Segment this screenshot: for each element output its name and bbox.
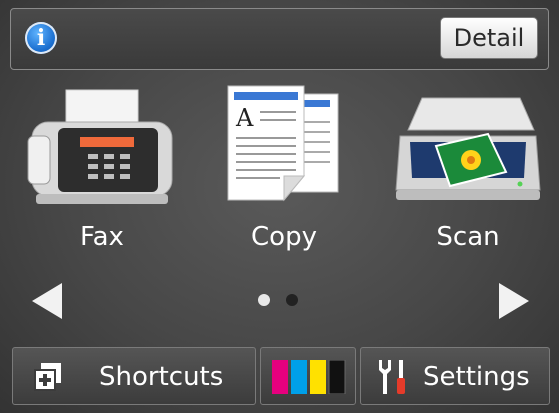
svg-text:A: A [235, 104, 254, 132]
page-dot-active [258, 294, 270, 306]
copy-tile[interactable]: A Copy [204, 82, 364, 272]
detail-button[interactable]: Detail [440, 17, 538, 59]
ink-button[interactable] [260, 347, 356, 405]
info-button[interactable]: i [25, 22, 57, 54]
lcd-screen: i Detail Fax A Copy Scan Shortcuts Setti… [0, 0, 559, 413]
shortcuts-label: Shortcuts [99, 362, 224, 392]
fax-tile[interactable]: Fax [22, 82, 182, 272]
fax-label: Fax [80, 222, 124, 252]
next-page-arrow-icon[interactable] [497, 281, 531, 321]
shortcuts-button[interactable]: Shortcuts [12, 347, 256, 405]
previous-page-arrow-icon[interactable] [30, 281, 64, 321]
ink-level-icon [272, 360, 346, 394]
page-indicator [258, 294, 308, 308]
shortcuts-icon [34, 363, 61, 391]
settings-button[interactable]: Settings [360, 347, 550, 405]
settings-tools-icon [379, 360, 405, 394]
scan-label: Scan [436, 222, 500, 252]
scan-tile[interactable]: Scan [388, 82, 548, 272]
top-bar: i Detail [10, 8, 549, 70]
copy-icon: A [227, 85, 339, 202]
scan-icon [395, 97, 541, 200]
info-icon: i [36, 25, 46, 51]
page-dot-inactive [286, 294, 298, 306]
settings-label: Settings [423, 362, 530, 392]
copy-label: Copy [251, 222, 317, 252]
fax-icon [27, 89, 173, 204]
